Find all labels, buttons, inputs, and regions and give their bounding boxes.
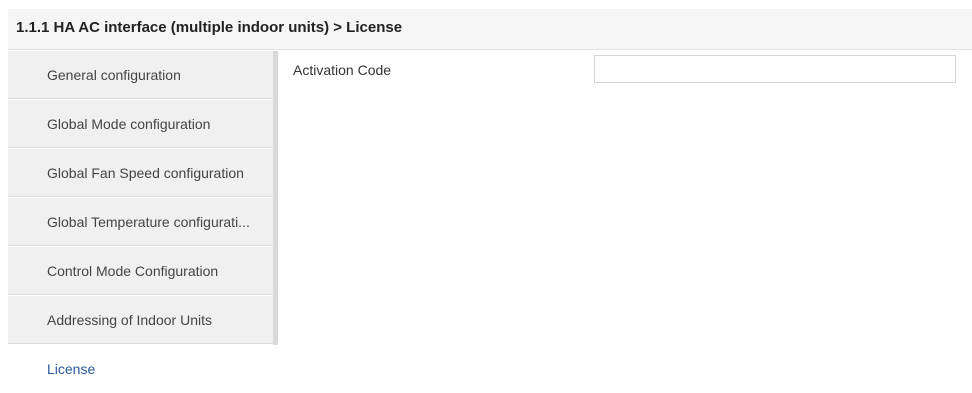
sidebar-item-global-mode-configuration[interactable]: Global Mode configuration xyxy=(8,100,273,148)
sidebar-item-license[interactable]: License xyxy=(8,345,273,393)
sidebar-item-addressing-of-indoor-units[interactable]: Addressing of Indoor Units xyxy=(8,296,273,344)
sidebar-item-general-configuration[interactable]: General configuration xyxy=(8,51,273,99)
sidebar: General configuration Global Mode config… xyxy=(8,51,278,393)
sidebar-item-global-fan-speed-configuration[interactable]: Global Fan Speed configuration xyxy=(8,149,273,197)
activation-code-input[interactable] xyxy=(594,55,956,83)
sidebar-item-label: General configuration xyxy=(47,67,181,83)
sidebar-item-label: Addressing of Indoor Units xyxy=(47,312,212,328)
sidebar-item-label: License xyxy=(47,361,96,377)
sidebar-item-label: Global Temperature configurati... xyxy=(47,214,250,230)
activation-code-label: Activation Code xyxy=(293,62,392,78)
page-title: 1.1.1 HA AC interface (multiple indoor u… xyxy=(16,19,403,36)
sidebar-item-label: Global Mode configuration xyxy=(47,116,211,132)
license-panel: Activation Code xyxy=(278,51,972,387)
sidebar-item-label: Global Fan Speed configuration xyxy=(47,165,244,181)
sidebar-item-global-temperature-configuration[interactable]: Global Temperature configurati... xyxy=(8,198,273,246)
sidebar-item-label: Control Mode Configuration xyxy=(47,263,219,279)
sidebar-item-control-mode-configuration[interactable]: Control Mode Configuration xyxy=(8,247,273,295)
page-header: 1.1.1 HA AC interface (multiple indoor u… xyxy=(8,9,972,50)
